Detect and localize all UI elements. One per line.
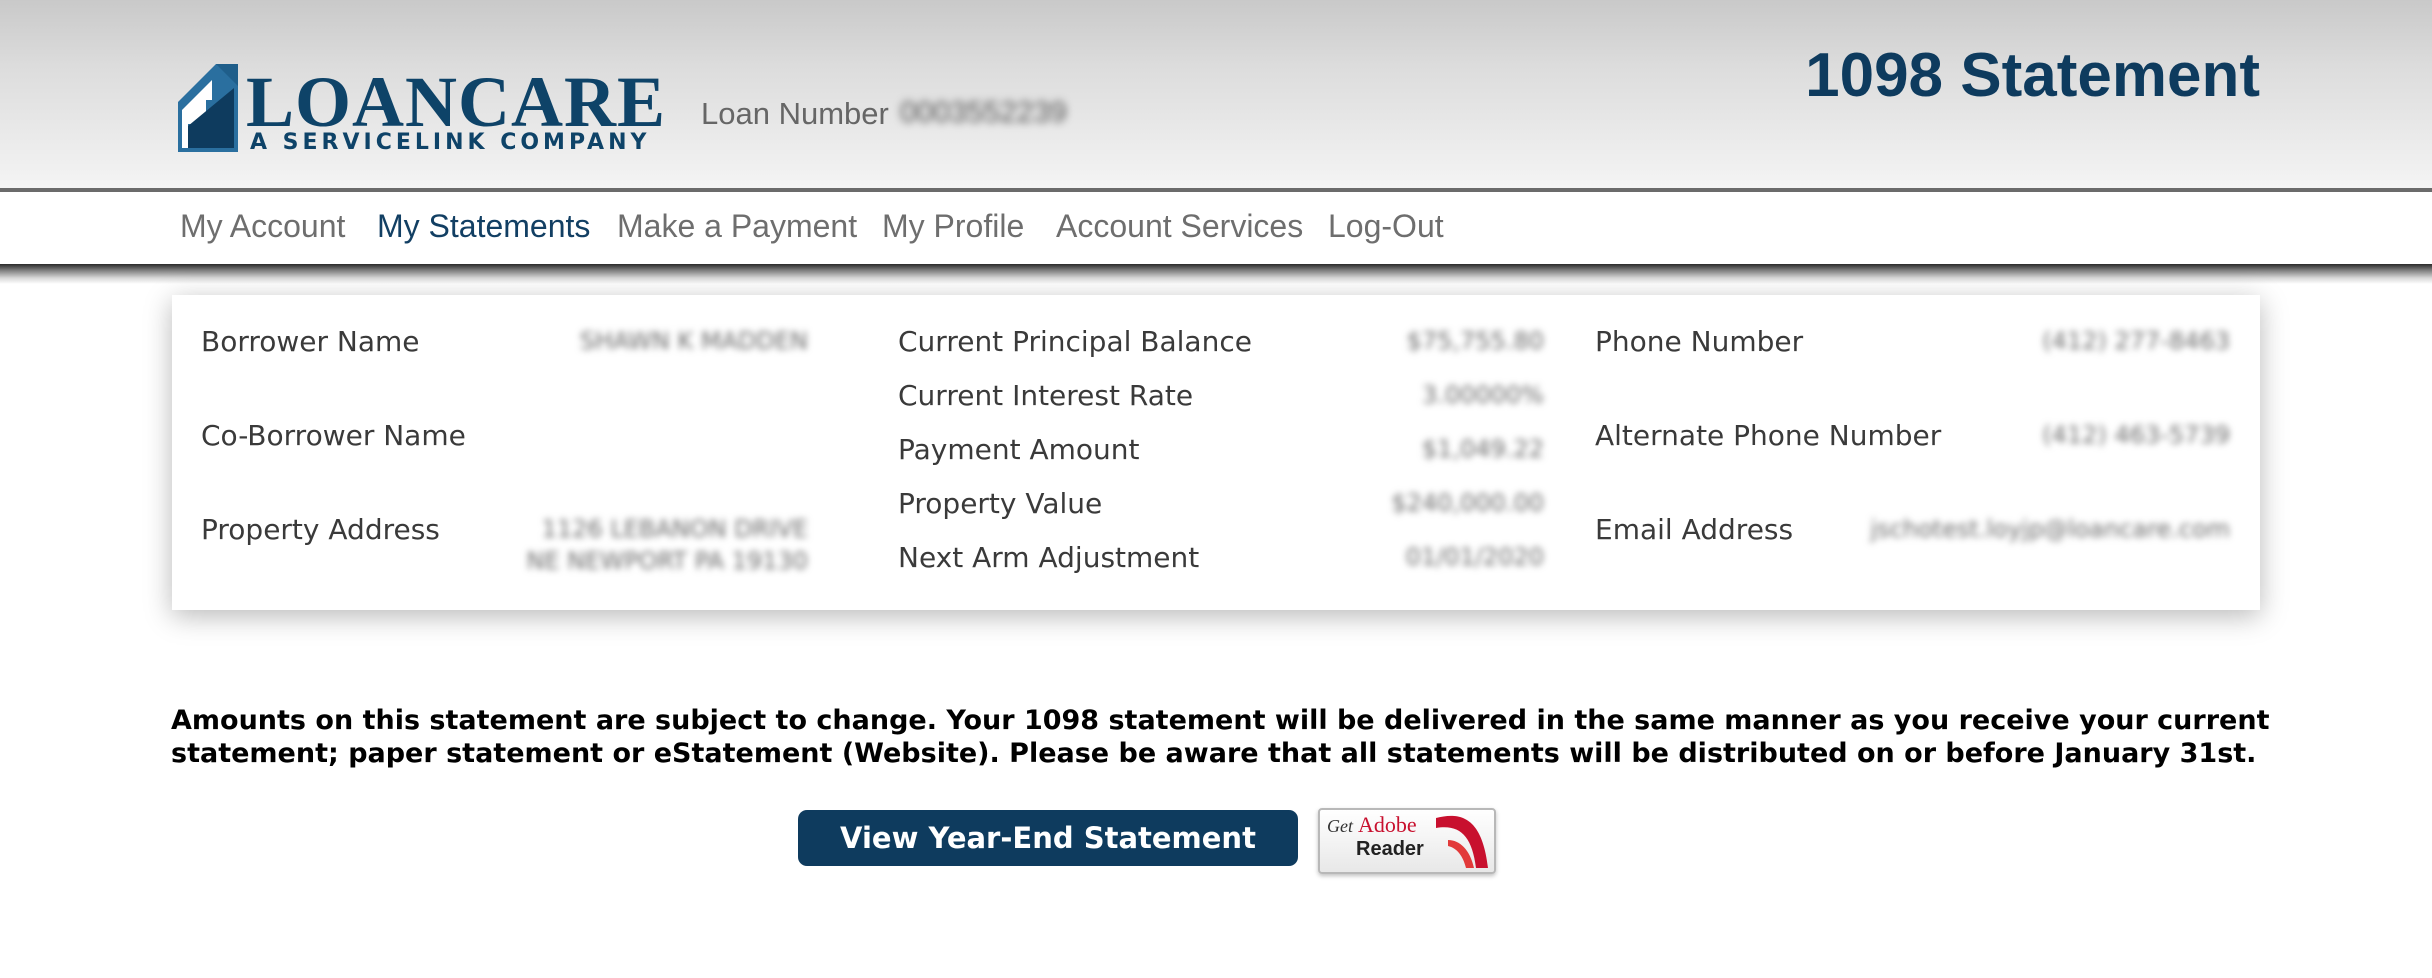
borrower-name-value: SHAWN K MADDEN [579,327,808,355]
nav-make-a-payment[interactable]: Make a Payment [617,208,857,245]
adobe-get-label: Get [1327,816,1353,836]
principal-balance-value: $75,755.80 [1406,327,1544,355]
loan-number-label: Loan Number [701,96,889,131]
arm-adjustment-value: 01/01/2020 [1405,543,1544,571]
adobe-brand-label: Adobe [1358,812,1417,837]
loancare-logo[interactable]: LOANCARE A SERVICELINK COMPANY [178,64,665,160]
house-logo-icon [178,64,238,152]
page-title: 1098 Statement [1805,41,2260,110]
nav-my-account[interactable]: My Account [180,208,345,245]
adobe-reader-icon [1436,815,1488,868]
borrower-name-label: Borrower Name [201,325,420,358]
alt-phone-number-label: Alternate Phone Number [1595,419,1942,452]
alt-phone-number-value: (412) 463-5739 [2042,421,2230,449]
logo-wordmark: LOANCARE [246,62,667,142]
adobe-reader-label: Reader [1356,838,1424,860]
arm-adjustment-label: Next Arm Adjustment [898,541,1200,574]
nav-log-out[interactable]: Log-Out [1328,208,1444,245]
nav-bottom-shadow [0,264,2432,284]
loan-number-value: 0003552239 [900,96,1067,129]
nav-my-statements[interactable]: My Statements [377,208,590,245]
nav-my-profile[interactable]: My Profile [882,208,1024,245]
property-value-value: $240,000.00 [1391,489,1544,517]
principal-balance-label: Current Principal Balance [898,325,1252,358]
get-adobe-reader-badge[interactable]: Get Adobe Reader [1318,808,1496,874]
interest-rate-label: Current Interest Rate [898,379,1194,412]
property-address-line2: NE NEWPORT PA 19130 [526,547,808,575]
view-year-end-statement-button[interactable]: View Year-End Statement [798,810,1298,866]
interest-rate-value: 3.00000% [1421,381,1544,409]
payment-amount-value: $1,049.22 [1421,435,1544,463]
account-info-card: Borrower Name SHAWN K MADDEN Co-Borrower… [172,295,2260,610]
property-address-line1: 1126 LEBANON DRIVE [541,515,808,543]
phone-number-value: (412) 277-8463 [2042,327,2230,355]
logo-tagline: A SERVICELINK COMPANY [250,130,651,155]
payment-amount-label: Payment Amount [898,433,1140,466]
statement-notice: Amounts on this statement are subject to… [171,705,2270,769]
email-address-label: Email Address [1595,513,1794,546]
property-address-label: Property Address [201,513,440,546]
property-value-label: Property Value [898,487,1103,520]
phone-number-label: Phone Number [1595,325,1804,358]
email-address-value: jschotest.loyjp@loancare.com [1870,515,2230,543]
co-borrower-name-label: Co-Borrower Name [201,419,466,452]
nav-account-services[interactable]: Account Services [1056,208,1303,245]
